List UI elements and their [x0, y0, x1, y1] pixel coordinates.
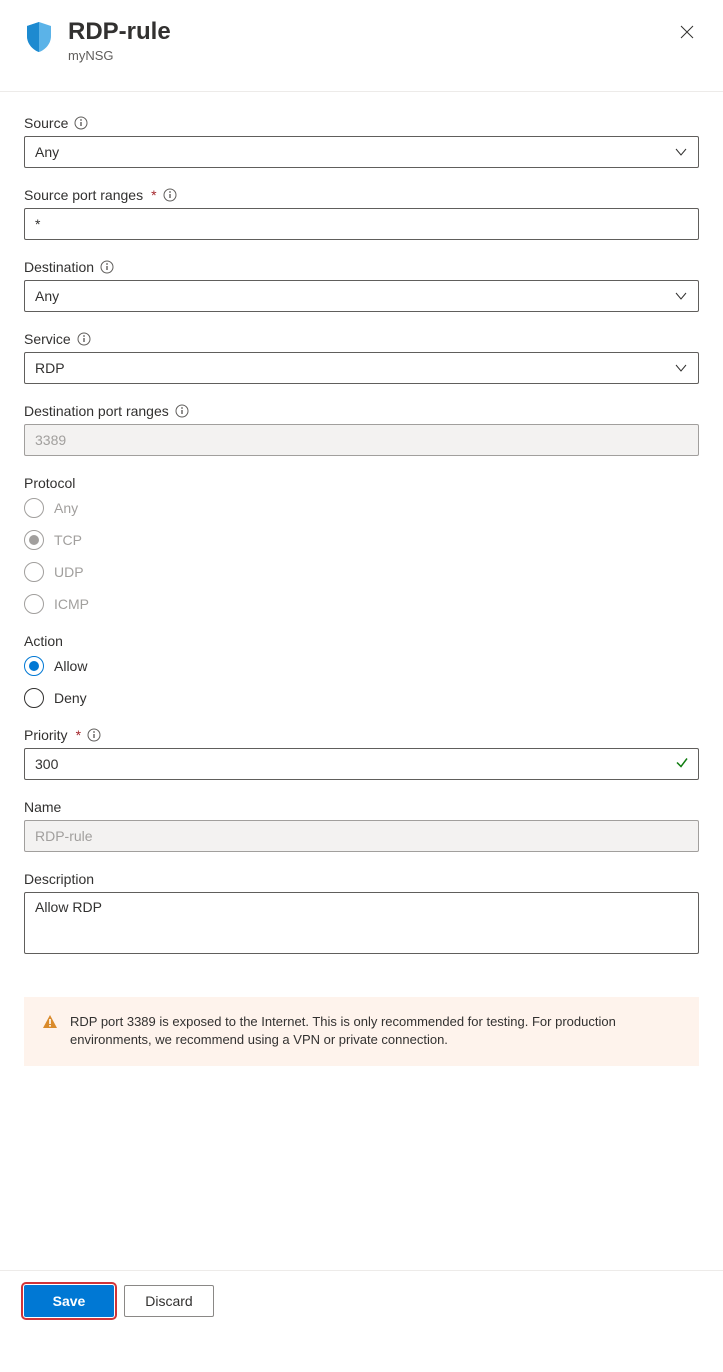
info-icon[interactable]	[77, 332, 91, 346]
action-radio-group: Allow Deny	[24, 656, 699, 708]
protocol-radio-udp: UDP	[24, 562, 699, 582]
close-button[interactable]	[675, 20, 699, 44]
source-label: Source	[24, 116, 68, 130]
name-input	[24, 820, 699, 852]
priority-input[interactable]	[24, 748, 699, 780]
field-action: Action Allow Deny	[24, 634, 699, 708]
protocol-option-icmp: ICMP	[54, 596, 89, 612]
dest-port-ranges-label: Destination port ranges	[24, 404, 169, 418]
info-icon[interactable]	[87, 728, 101, 742]
description-input[interactable]	[24, 892, 699, 954]
field-destination: Destination Any	[24, 260, 699, 312]
protocol-label: Protocol	[24, 476, 75, 490]
action-option-deny: Deny	[54, 690, 87, 706]
save-button[interactable]: Save	[24, 1285, 114, 1317]
warning-text: RDP port 3389 is exposed to the Internet…	[70, 1013, 681, 1051]
description-label: Description	[24, 872, 94, 886]
nsg-rule-blade: RDP-rule myNSG Source Any Source port ra…	[0, 0, 723, 1270]
warning-icon	[42, 1014, 58, 1036]
action-radio-allow[interactable]: Allow	[24, 656, 699, 676]
discard-button[interactable]: Discard	[124, 1285, 214, 1317]
field-source: Source Any	[24, 116, 699, 168]
name-label: Name	[24, 800, 61, 814]
close-icon	[680, 25, 694, 39]
radio-icon	[24, 656, 44, 676]
info-icon[interactable]	[163, 188, 177, 202]
action-label: Action	[24, 634, 63, 648]
field-source-port-ranges: Source port ranges *	[24, 188, 699, 240]
field-priority: Priority *	[24, 728, 699, 780]
blade-header: RDP-rule myNSG	[24, 0, 699, 91]
service-select[interactable]: RDP	[24, 352, 699, 384]
info-icon[interactable]	[100, 260, 114, 274]
protocol-option-tcp: TCP	[54, 532, 82, 548]
shield-icon	[24, 18, 68, 54]
warning-banner: RDP port 3389 is exposed to the Internet…	[24, 997, 699, 1067]
header-separator	[0, 91, 723, 92]
source-select[interactable]: Any	[24, 136, 699, 168]
protocol-radio-any: Any	[24, 498, 699, 518]
radio-icon	[24, 688, 44, 708]
blade-footer: Save Discard	[0, 1270, 723, 1331]
blade-title: RDP-rule	[68, 18, 171, 46]
field-description: Description	[24, 872, 699, 957]
chevron-down-icon	[674, 361, 688, 375]
chevron-down-icon	[674, 289, 688, 303]
radio-icon	[24, 530, 44, 550]
chevron-down-icon	[674, 145, 688, 159]
protocol-radio-icmp: ICMP	[24, 594, 699, 614]
field-dest-port-ranges: Destination port ranges	[24, 404, 699, 456]
field-name: Name	[24, 800, 699, 852]
protocol-option-udp: UDP	[54, 564, 84, 580]
priority-label: Priority	[24, 728, 68, 742]
action-radio-deny[interactable]: Deny	[24, 688, 699, 708]
blade-subtitle: myNSG	[68, 48, 171, 63]
source-port-ranges-label: Source port ranges	[24, 188, 143, 202]
dest-port-ranges-input	[24, 424, 699, 456]
service-value: RDP	[35, 360, 65, 376]
protocol-radio-tcp: TCP	[24, 530, 699, 550]
required-mark: *	[76, 728, 81, 742]
destination-label: Destination	[24, 260, 94, 274]
protocol-radio-group: Any TCP UDP ICMP	[24, 498, 699, 614]
source-port-ranges-input[interactable]	[24, 208, 699, 240]
radio-icon	[24, 498, 44, 518]
service-label: Service	[24, 332, 71, 346]
required-mark: *	[151, 188, 156, 202]
source-value: Any	[35, 144, 59, 160]
field-protocol: Protocol Any TCP UDP ICMP	[24, 476, 699, 614]
radio-icon	[24, 562, 44, 582]
radio-icon	[24, 594, 44, 614]
destination-value: Any	[35, 288, 59, 304]
checkmark-icon	[675, 755, 689, 772]
action-option-allow: Allow	[54, 658, 87, 674]
destination-select[interactable]: Any	[24, 280, 699, 312]
info-icon[interactable]	[74, 116, 88, 130]
protocol-option-any: Any	[54, 500, 78, 516]
field-service: Service RDP	[24, 332, 699, 384]
info-icon[interactable]	[175, 404, 189, 418]
